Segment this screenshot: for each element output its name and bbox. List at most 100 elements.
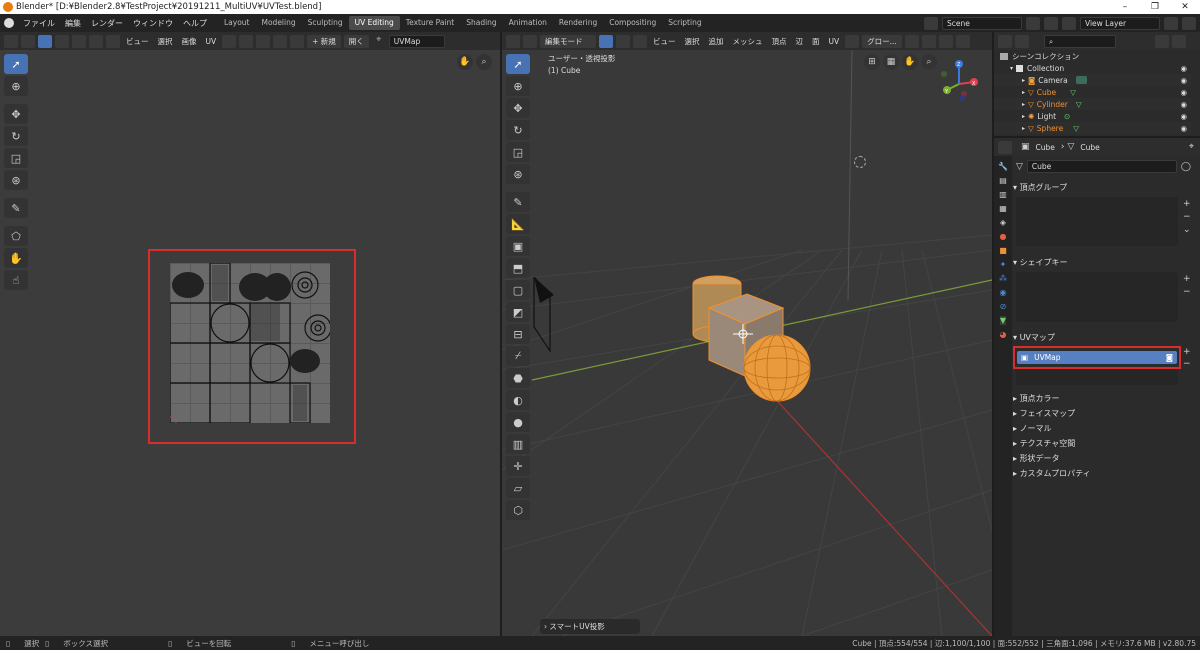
display-mode-icon[interactable] <box>1015 34 1029 48</box>
editor-type-icon[interactable] <box>998 140 1012 154</box>
tab-uv-editing[interactable]: UV Editing <box>348 16 400 30</box>
physics-tab-icon[interactable]: ◉ <box>1000 288 1007 297</box>
editor-type-icon[interactable] <box>998 34 1012 48</box>
select-tool-icon[interactable]: ➚ <box>4 54 28 74</box>
pivot-icon[interactable] <box>222 34 237 48</box>
section-texture-space[interactable]: ▸ テクスチャ空間 <box>1013 436 1075 450</box>
add-shape-key-button[interactable]: + <box>1183 273 1191 286</box>
vp-menu-mesh[interactable]: メッシュ <box>730 36 766 47</box>
uvmap-list-item[interactable]: ▣ UVMap ◙ <box>1017 351 1177 364</box>
zoom-view-icon[interactable]: ⌕ <box>476 54 492 70</box>
remove-uv-map-button[interactable]: − <box>1183 358 1191 370</box>
modifier-tab-icon[interactable]: ✦ <box>1000 260 1007 269</box>
tab-compositing[interactable]: Compositing <box>603 16 662 30</box>
cursor-tool-icon[interactable]: ⊕ <box>506 76 530 96</box>
add-uv-map-button[interactable]: + <box>1183 346 1191 358</box>
vp-menu-uv[interactable]: UV <box>826 37 843 46</box>
minimize-button[interactable]: – <box>1110 0 1140 14</box>
edge-select-mode-icon[interactable] <box>55 34 69 48</box>
annotate-tool-icon[interactable]: ✎ <box>506 192 530 212</box>
vp-menu-face[interactable]: 面 <box>809 36 823 47</box>
face-select-mode-icon[interactable] <box>72 34 86 48</box>
active-render-camera-icon[interactable]: ◙ <box>1166 353 1173 362</box>
menu-edit[interactable]: 編集 <box>60 18 86 29</box>
visibility-eye-icon[interactable]: ◉ <box>1180 112 1187 121</box>
snap-icon[interactable] <box>921 34 936 48</box>
proportional-icon[interactable] <box>938 34 953 48</box>
3d-viewport[interactable]: 編集モード ビュー 選択 追加 メッシュ 頂点 辺 面 UV グロー... ユー… <box>502 32 992 636</box>
edge-select-mode-icon[interactable] <box>616 34 630 48</box>
world-tab-icon[interactable]: ● <box>1000 232 1007 241</box>
vertex-select-mode-icon[interactable] <box>599 34 613 48</box>
scale-tool-icon[interactable]: ◲ <box>4 148 28 168</box>
vp-menu-vertex[interactable]: 頂点 <box>769 36 790 47</box>
material-tab-icon[interactable]: ◕ <box>1000 330 1007 339</box>
particles-tab-icon[interactable]: ⁂ <box>999 274 1007 283</box>
pin-icon[interactable]: ⌖ <box>372 35 386 48</box>
maximize-button[interactable]: ❐ <box>1140 0 1170 14</box>
transform-tool-icon[interactable]: ⊛ <box>4 170 28 190</box>
scene-icon[interactable] <box>924 16 938 30</box>
face-select-mode-icon[interactable] <box>633 34 647 48</box>
rotate-tool-icon[interactable]: ↻ <box>4 126 28 146</box>
pinch-tool-icon[interactable]: ☝ <box>4 270 28 290</box>
editor-type-icon[interactable] <box>506 34 520 48</box>
new-viewlayer-icon[interactable] <box>1164 16 1178 30</box>
tab-animation[interactable]: Animation <box>503 16 553 30</box>
camera-object[interactable] <box>526 277 556 352</box>
move-tool-icon[interactable]: ✥ <box>4 104 28 124</box>
mesh-data-tab-icon[interactable]: ▼ <box>999 316 1007 325</box>
expand-arrow-icon[interactable]: ▸ <box>1022 101 1025 108</box>
mode-selector[interactable]: 編集モード <box>540 34 596 48</box>
island-select-mode-icon[interactable] <box>89 34 103 48</box>
outliner-row-camera[interactable]: ▸ ◙ Camera ◉ <box>994 74 1191 86</box>
blender-menu-icon[interactable] <box>4 18 14 28</box>
section-shape-keys[interactable]: ▾ シェイプキー <box>1013 255 1068 269</box>
grid-view-icon[interactable]: ▦ <box>883 54 899 70</box>
editor-type-icon[interactable] <box>4 34 18 48</box>
light-object[interactable] <box>854 156 866 168</box>
outliner-search-input[interactable]: ⌕ <box>1044 34 1116 48</box>
new-collection-icon[interactable] <box>1172 34 1186 48</box>
new-scene-icon[interactable] <box>1026 16 1040 30</box>
remove-shape-key-button[interactable]: − <box>1183 286 1191 299</box>
menu-file[interactable]: ファイル <box>18 18 60 29</box>
viewlayer-icon[interactable] <box>1062 16 1076 30</box>
outliner-row-sphere[interactable]: ▸ ▽ Sphere ▽ ◉ <box>994 122 1191 134</box>
expand-arrow-icon[interactable]: ▸ <box>1022 113 1025 120</box>
fake-user-icon[interactable]: ◯ <box>1181 162 1191 172</box>
vp-menu-select[interactable]: 選択 <box>682 36 703 47</box>
menu-help[interactable]: ヘルプ <box>178 18 212 29</box>
constraints-tab-icon[interactable]: ⊘ <box>1000 302 1007 311</box>
tab-modeling[interactable]: Modeling <box>256 16 302 30</box>
transform-orientation-selector[interactable]: グロー... <box>862 34 902 48</box>
scene-collection-row[interactable]: シーンコレクション <box>994 50 1191 62</box>
sticky-select-icon[interactable] <box>106 34 120 48</box>
scale-tool-icon[interactable]: ◲ <box>506 142 530 162</box>
delete-viewlayer-icon[interactable] <box>1182 16 1196 30</box>
edge-slide-tool-icon[interactable]: ▥ <box>506 434 530 454</box>
visibility-eye-icon[interactable]: ◉ <box>1180 64 1187 73</box>
view-layer-tab-icon[interactable]: ▦ <box>999 204 1007 213</box>
outliner-row-collection[interactable]: ▾ Collection ◉ <box>994 62 1191 74</box>
transform-orientation-icon[interactable] <box>845 34 860 48</box>
uvmap-selector[interactable]: UVMap <box>388 34 445 48</box>
vp-menu-add[interactable]: 追加 <box>706 36 727 47</box>
shear-tool-icon[interactable]: ▱ <box>506 478 530 498</box>
axis-gizmo[interactable]: X Y Z <box>934 54 984 104</box>
add-vertex-group-button[interactable]: + <box>1183 198 1191 211</box>
mode-icon[interactable] <box>523 34 537 48</box>
outliner-row-cube[interactable]: ▸ ▽ Cube ▽ ◉ <box>994 86 1191 98</box>
mesh-browse-icon[interactable]: ▽ <box>1016 162 1023 172</box>
cursor-tool-icon[interactable]: ⊕ <box>4 76 28 96</box>
transform-tool-icon[interactable]: ⊛ <box>506 164 530 184</box>
section-uv-maps[interactable]: ▾ UVマップ <box>1013 330 1055 344</box>
menu-window[interactable]: ウィンドウ <box>128 18 178 29</box>
outliner[interactable]: ⌕ シーンコレクション ▾ Collection ◉ ▸ ◙ Camera ◉ … <box>994 32 1200 136</box>
section-face-maps[interactable]: ▸ フェイスマップ <box>1013 406 1075 420</box>
object-tab-icon[interactable]: ■ <box>999 246 1007 255</box>
move-tool-icon[interactable]: ✥ <box>506 98 530 118</box>
checkbox-icon[interactable] <box>1016 64 1024 72</box>
shape-keys-list[interactable] <box>1016 272 1178 322</box>
tool-tab-icon[interactable]: 🔧 <box>998 162 1008 171</box>
